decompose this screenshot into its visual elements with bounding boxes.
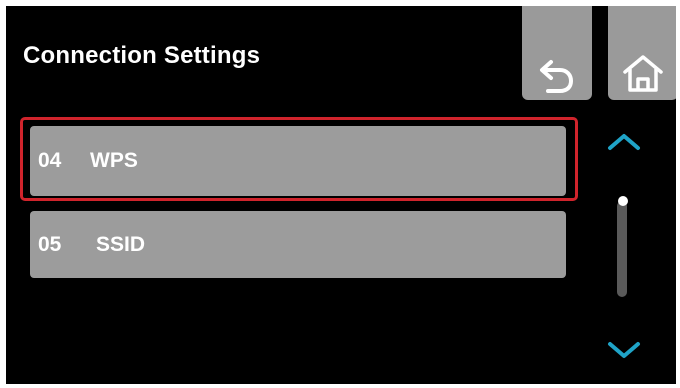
menu-item-label: WPS — [90, 149, 138, 172]
device-screen: Connection Settings 04 WPS 05 SSID — [6, 6, 676, 384]
back-arrow-icon — [540, 60, 573, 93]
back-button[interactable] — [522, 6, 592, 100]
page-title: Connection Settings — [23, 42, 261, 69]
scrollbar-track[interactable] — [617, 201, 627, 297]
menu-item-wps[interactable]: 04 WPS — [30, 126, 566, 196]
home-button[interactable] — [608, 6, 676, 100]
menu-item-number: 05 — [38, 232, 62, 256]
chevron-up-icon[interactable] — [606, 132, 642, 152]
menu-item-label: SSID — [96, 232, 146, 256]
menu-item-number: 04 — [38, 149, 62, 172]
scrollbar-thumb[interactable] — [618, 196, 628, 206]
home-icon — [623, 55, 663, 92]
menu-item-ssid[interactable]: 05 SSID — [30, 211, 566, 278]
chevron-down-icon[interactable] — [606, 340, 642, 360]
